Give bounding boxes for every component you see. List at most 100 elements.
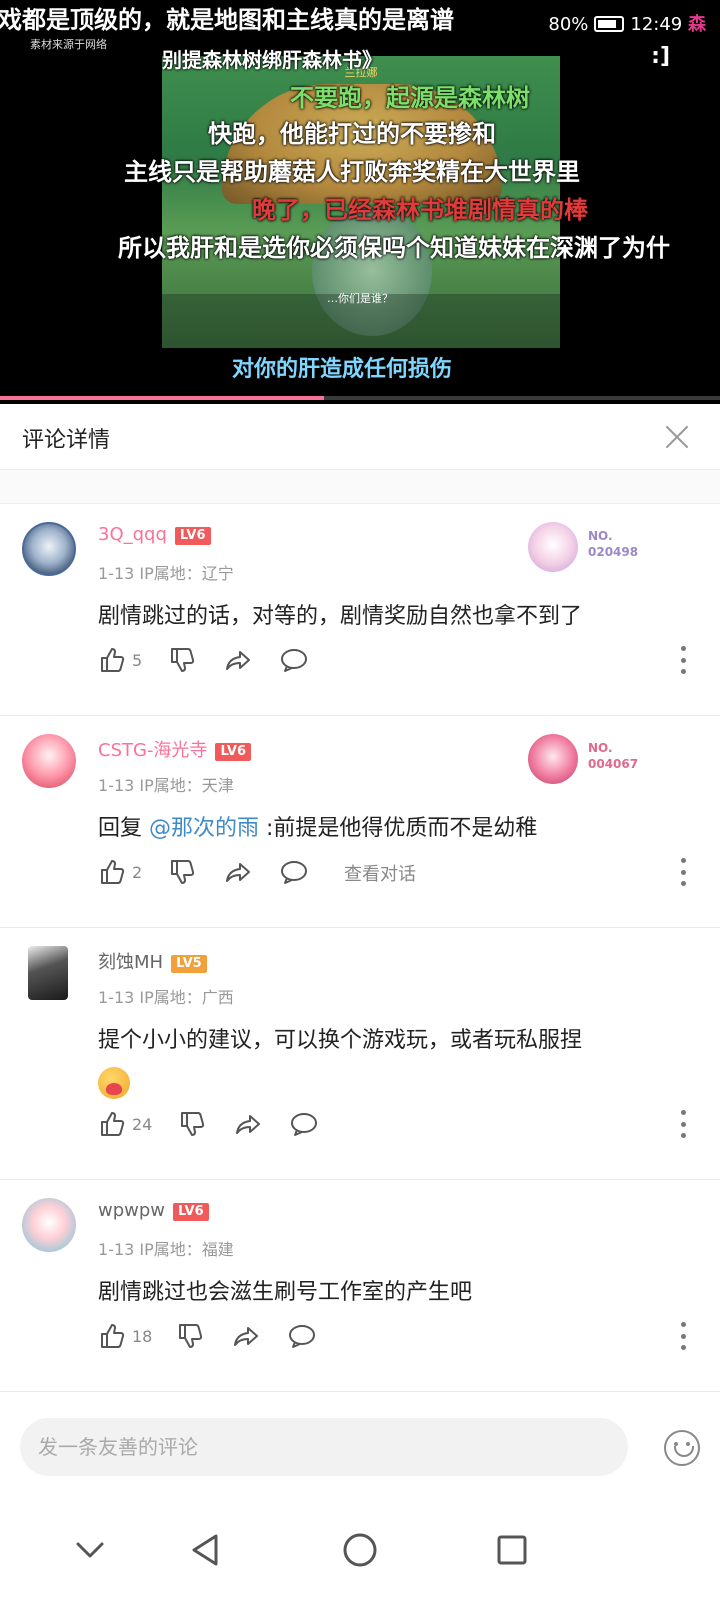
like-button[interactable]: 24 bbox=[98, 1108, 152, 1140]
more-options-icon[interactable] bbox=[678, 1110, 688, 1138]
comment-meta: 1-13 IP属地：天津 bbox=[98, 776, 234, 795]
reply-button[interactable] bbox=[280, 856, 308, 888]
more-options-icon[interactable] bbox=[678, 646, 688, 674]
subtitle-line: 主线只是帮助蘑菇人打败奔奖精在大世界里 bbox=[124, 158, 580, 186]
avatar[interactable] bbox=[22, 734, 76, 788]
avatar[interactable] bbox=[28, 946, 68, 1000]
share-button[interactable] bbox=[232, 1320, 260, 1352]
share-icon bbox=[236, 1115, 260, 1134]
level-badge: LV6 bbox=[173, 1203, 209, 1221]
comment-actions: 5 bbox=[98, 644, 688, 676]
reply-button[interactable] bbox=[288, 1320, 316, 1352]
view-conversation-link[interactable]: 查看对话 bbox=[344, 860, 416, 886]
like-button[interactable]: 5 bbox=[98, 644, 142, 676]
comment-text: 回复 @那次的雨 :前提是他得优质而不是幼稚 bbox=[98, 816, 538, 841]
battery-percent: 80% bbox=[548, 14, 589, 35]
comment-list: 3Q_qqq LV6 1-13 IP属地：辽宁 NO. 020498 剧情跳过的话，… bbox=[0, 504, 720, 1392]
dislike-button[interactable] bbox=[168, 644, 196, 676]
recents-icon[interactable] bbox=[492, 1530, 532, 1570]
comment-item: wpwpw LV6 1-13 IP属地：福建 剧情跳过也会滋生刷号工作室的产生吧 … bbox=[0, 1180, 720, 1392]
badge-avatar bbox=[528, 522, 578, 572]
comment-item: 刻蚀MH LV5 1-13 IP属地：广西 提个小小的建议，可以换个游戏玩，或者玩… bbox=[0, 928, 720, 1180]
npc-dialog-line: …你们是谁？ bbox=[327, 292, 393, 305]
more-options-icon[interactable] bbox=[678, 1322, 688, 1350]
dislike-button[interactable] bbox=[176, 1320, 204, 1352]
comment-meta: 1-13 IP属地：广西 bbox=[98, 988, 234, 1007]
fan-badge: NO. 004067 bbox=[528, 734, 668, 784]
dislike-button[interactable] bbox=[168, 856, 196, 888]
status-bar: 80% 12:49 森 bbox=[548, 10, 706, 36]
comment-input-bar bbox=[0, 1404, 720, 1500]
subtitle-line: 快跑，他能打过的不要掺和 bbox=[208, 120, 496, 148]
like-button[interactable]: 2 bbox=[98, 856, 142, 888]
share-icon bbox=[226, 863, 250, 882]
username[interactable]: wpwpw LV6 bbox=[98, 1200, 209, 1221]
share-button[interactable] bbox=[224, 644, 252, 676]
progress-fill bbox=[0, 396, 324, 400]
like-count: 24 bbox=[132, 1114, 153, 1134]
subtitle-line: 对你的肝造成任何损伤 bbox=[232, 357, 453, 382]
thumbs-up-icon bbox=[101, 1324, 125, 1348]
more-options-icon[interactable] bbox=[678, 858, 688, 886]
subtitle-line: 不要跑，起源是森林树 bbox=[290, 84, 530, 112]
comment-text: 提个小小的建议，可以换个游戏玩，或者玩私服捏 bbox=[98, 1020, 678, 1104]
thumbs-up-icon bbox=[101, 648, 125, 672]
comment-meta: 1-13 IP属地：福建 bbox=[98, 1240, 234, 1259]
close-icon[interactable] bbox=[662, 422, 692, 452]
back-icon[interactable] bbox=[186, 1530, 226, 1570]
thumbs-down-icon bbox=[181, 1112, 205, 1136]
level-badge: LV5 bbox=[171, 955, 207, 973]
thumbs-down-icon bbox=[171, 860, 195, 884]
share-button[interactable] bbox=[224, 856, 252, 888]
video-progress-bar[interactable] bbox=[0, 396, 720, 400]
comment-text: 剧情跳过也会滋生刷号工作室的产生吧 bbox=[98, 1280, 473, 1305]
like-count: 2 bbox=[132, 862, 143, 882]
comment-bubble-icon bbox=[281, 649, 307, 672]
emoji-icon[interactable] bbox=[664, 1430, 700, 1466]
comment-actions: 2 查看对话 bbox=[98, 856, 688, 888]
home-icon[interactable] bbox=[340, 1530, 380, 1570]
reply-button[interactable] bbox=[290, 1108, 318, 1140]
video-more-button[interactable]: :] bbox=[651, 44, 670, 69]
dislike-button[interactable] bbox=[178, 1108, 206, 1140]
video-player[interactable]: 兰拉娜 兰拉娜 …你们是谁？ 戏都是顶级的，就是地图和主线真的是离谱 素材来源于… bbox=[0, 0, 720, 404]
subtitle-line: 所以我肝和是选你必须保吗个知道妹妹在深渊了为什 bbox=[118, 234, 670, 262]
thumbs-up-icon bbox=[101, 1112, 125, 1136]
thumbs-down-icon bbox=[179, 1324, 203, 1348]
panel-title: 评论详情 bbox=[22, 428, 111, 453]
reply-button[interactable] bbox=[280, 644, 308, 676]
thumbs-down-icon bbox=[171, 648, 195, 672]
thumbs-up-icon bbox=[101, 860, 125, 884]
heart-hug-emoji bbox=[98, 1067, 130, 1099]
share-icon bbox=[234, 1327, 258, 1346]
share-button[interactable] bbox=[234, 1108, 262, 1140]
panel-header: 评论详情 bbox=[0, 404, 720, 470]
share-icon bbox=[226, 651, 250, 670]
level-badge: LV6 bbox=[174, 527, 211, 545]
avatar[interactable] bbox=[22, 1198, 76, 1252]
comment-item: CSTG-海光寺 LV6 1-13 IP属地：天津 NO. 004067 回复 @那… bbox=[0, 716, 720, 928]
status-extra: 森 bbox=[688, 14, 706, 35]
system-nav-bar bbox=[0, 1500, 720, 1600]
battery-icon bbox=[594, 16, 625, 32]
subtitle-line: 晚了，已经森林书堆剧情真的棒 bbox=[252, 196, 588, 224]
avatar[interactable] bbox=[22, 522, 76, 576]
badge-avatar bbox=[528, 734, 578, 784]
watermark: 素材来源于网络 bbox=[30, 38, 107, 51]
like-count: 5 bbox=[132, 650, 143, 670]
comment-actions: 18 bbox=[98, 1320, 688, 1352]
comment-item: 3Q_qqq LV6 1-13 IP属地：辽宁 NO. 020498 剧情跳过的话，… bbox=[0, 504, 720, 716]
username[interactable]: 刻蚀MH LV5 bbox=[98, 948, 207, 974]
chevron-down-icon[interactable] bbox=[70, 1530, 110, 1570]
comment-actions: 24 bbox=[98, 1108, 688, 1140]
subtitle-line: 别提森林树绑肝森林书》 bbox=[162, 48, 382, 72]
comment-input[interactable] bbox=[20, 1418, 628, 1476]
username[interactable]: 3Q_qqq LV6 bbox=[98, 524, 211, 545]
clock: 12:49 bbox=[630, 14, 683, 35]
username[interactable]: CSTG-海光寺 LV6 bbox=[98, 736, 252, 762]
like-button[interactable]: 18 bbox=[98, 1320, 152, 1352]
like-count: 18 bbox=[132, 1326, 153, 1346]
mention-link[interactable]: @那次的雨 bbox=[149, 816, 259, 841]
divider bbox=[0, 470, 720, 504]
fan-badge: NO. 020498 bbox=[528, 522, 668, 572]
